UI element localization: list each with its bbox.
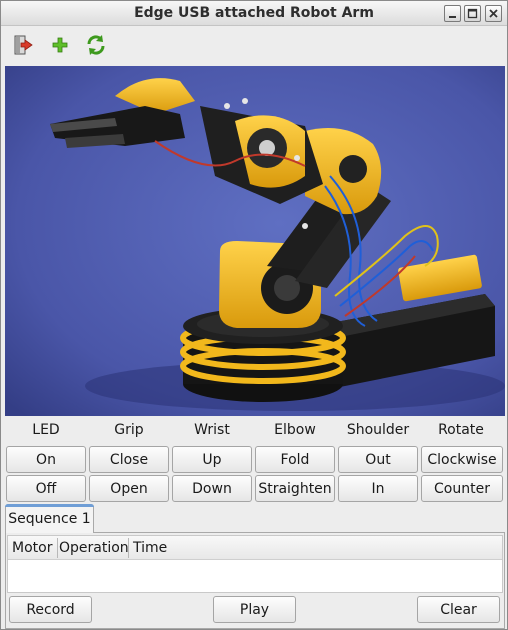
wrist-up-button[interactable]: Up [172, 446, 252, 473]
exit-icon [14, 35, 33, 55]
toolbar [1, 27, 507, 63]
column-header-operation[interactable]: Operation [59, 540, 129, 556]
maximize-button[interactable] [464, 5, 481, 22]
sequence-table[interactable]: Motor Operation Time [7, 535, 503, 593]
label-shoulder: Shoulder [346, 422, 410, 438]
grip-open-button[interactable]: Open [89, 475, 169, 502]
tab-sequence-1[interactable]: Sequence 1 [5, 504, 94, 533]
window-title: Edge USB attached Robot Arm [134, 5, 374, 21]
grip-close-button[interactable]: Close [89, 446, 169, 473]
label-led: LED [32, 422, 60, 438]
refresh-button[interactable] [84, 33, 108, 57]
close-button[interactable] [485, 5, 502, 22]
table-header: Motor Operation Time [8, 536, 502, 560]
rotate-counter-button[interactable]: Counter [421, 475, 503, 502]
led-on-button[interactable]: On [6, 446, 86, 473]
title-bar[interactable]: Edge USB attached Robot Arm [1, 1, 507, 26]
refresh-icon [87, 35, 105, 55]
shoulder-in-button[interactable]: In [338, 475, 418, 502]
elbow-fold-button[interactable]: Fold [255, 446, 335, 473]
minimize-button[interactable] [444, 5, 461, 22]
label-rotate: Rotate [438, 422, 484, 438]
label-wrist: Wrist [194, 422, 230, 438]
shoulder-out-button[interactable]: Out [338, 446, 418, 473]
add-button[interactable] [48, 33, 72, 57]
label-elbow: Elbow [274, 422, 316, 438]
column-divider[interactable] [128, 538, 129, 558]
led-off-button[interactable]: Off [6, 475, 86, 502]
column-header-time[interactable]: Time [133, 540, 167, 556]
column-header-motor[interactable]: Motor [12, 540, 52, 556]
clear-button[interactable]: Clear [417, 596, 500, 623]
label-grip: Grip [114, 422, 144, 438]
add-icon [52, 37, 68, 53]
elbow-straighten-button[interactable]: Straighten [255, 475, 335, 502]
app-window: Edge USB attached Robot Arm LED Grip Wri… [0, 0, 508, 630]
rotate-clockwise-button[interactable]: Clockwise [421, 446, 503, 473]
wrist-down-button[interactable]: Down [172, 475, 252, 502]
exit-button[interactable] [11, 33, 35, 57]
play-button[interactable]: Play [213, 596, 296, 623]
minimize-icon [449, 16, 456, 18]
tab-active-indicator [5, 504, 94, 507]
robot-arm-image [5, 66, 505, 416]
close-icon [489, 9, 498, 18]
record-button[interactable]: Record [9, 596, 92, 623]
column-divider[interactable] [57, 538, 58, 558]
maximize-icon [467, 8, 478, 19]
